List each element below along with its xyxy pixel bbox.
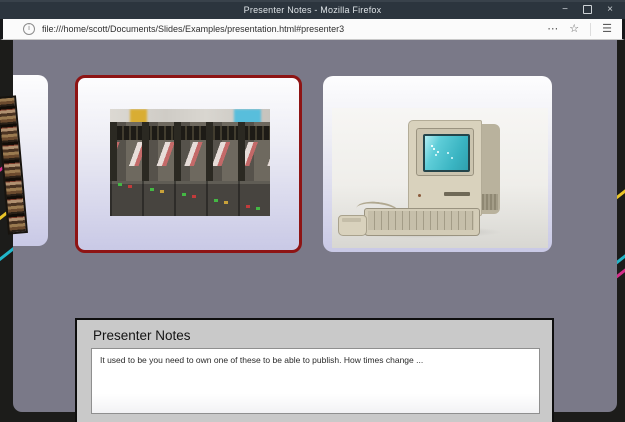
- bookmark-star-icon[interactable]: ☆: [569, 24, 579, 35]
- hamburger-menu-icon[interactable]: ☰: [602, 24, 612, 35]
- mac-screen-text: [431, 145, 433, 147]
- firefox-window: Presenter Notes - Mozilla Firefox − × i …: [0, 0, 625, 422]
- page-viewport: Presenter Notes It used to be you need t…: [0, 40, 625, 422]
- window-controls: − ×: [560, 0, 615, 19]
- presenter-notes-heading: Presenter Notes: [93, 328, 191, 343]
- slide-thumbnail-next[interactable]: [323, 76, 552, 252]
- presenter-notes-text: It used to be you need to own one of the…: [100, 355, 531, 366]
- mac-keyboard-keys: [368, 211, 474, 230]
- maximize-button[interactable]: [583, 5, 592, 14]
- toolbar-separator: [590, 23, 591, 36]
- macintosh-photo: [332, 108, 548, 248]
- mac-vents: [480, 194, 498, 210]
- press-console-dividers: [110, 181, 270, 216]
- page-actions-icon[interactable]: ⋯: [547, 24, 558, 35]
- url-input[interactable]: file:///home/scott/Documents/Slides/Exam…: [42, 24, 344, 34]
- titlebar[interactable]: Presenter Notes - Mozilla Firefox − ×: [0, 0, 625, 19]
- press-buttons: [118, 183, 122, 186]
- minimize-button[interactable]: −: [560, 5, 570, 15]
- mac-floppy-slot: [444, 192, 470, 196]
- page-info-icon[interactable]: i: [23, 23, 35, 35]
- mac-mouse-button: [342, 218, 361, 222]
- mac-apple-logo: [418, 194, 421, 197]
- close-button[interactable]: ×: [605, 5, 615, 15]
- presenter-notes-area[interactable]: It used to be you need to own one of the…: [91, 348, 540, 414]
- mac-screen: [423, 134, 470, 172]
- slide-thumbnail-current[interactable]: [75, 75, 302, 253]
- url-toolbar: i file:///home/scott/Documents/Slides/Ex…: [0, 19, 625, 40]
- toolbar-actions: ⋯ ☆ ☰: [547, 23, 612, 36]
- printing-press-photo: [110, 109, 270, 216]
- press-posts: [110, 122, 270, 184]
- window-title: Presenter Notes - Mozilla Firefox: [244, 5, 382, 15]
- presenter-notes-box: Presenter Notes It used to be you need t…: [75, 318, 554, 422]
